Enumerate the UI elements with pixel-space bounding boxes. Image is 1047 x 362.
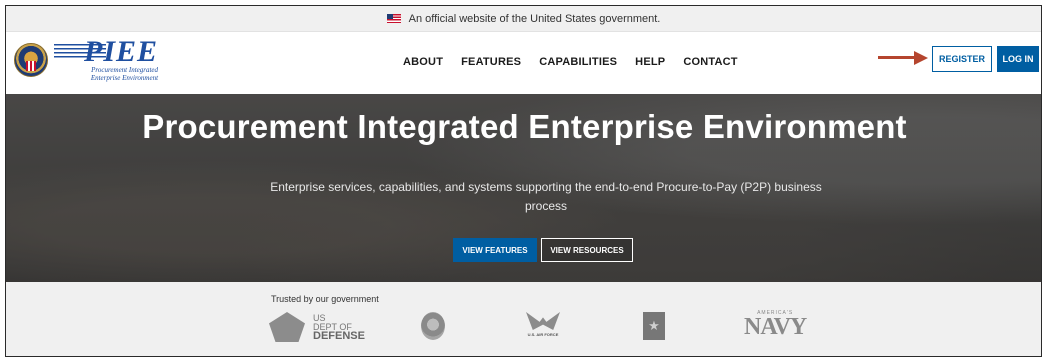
gov-banner-text: An official website of the United States…: [408, 12, 661, 25]
dod-logo-text: US DEPT OF DEFENSE: [313, 313, 365, 342]
logo-text: PIEE Procurement Integrated Enterprise E…: [54, 37, 159, 82]
dod-seal-icon: [14, 43, 48, 77]
arrow-head: [914, 51, 928, 65]
nav-help[interactable]: HELP: [635, 56, 665, 68]
navy-logo: AMERICA'S NAVY: [744, 310, 807, 340]
nav-features[interactable]: FEATURES: [461, 56, 521, 68]
air-force-logo: U.S. AIR FORCE: [526, 312, 560, 337]
trusted-label: Trusted by our government: [271, 294, 379, 304]
hero-banner: Procurement Integrated Enterprise Enviro…: [6, 94, 1041, 282]
pentagon-icon: [269, 312, 305, 342]
army-star-icon: ★: [643, 312, 665, 340]
hero-subtitle: Enterprise services, capabilities, and s…: [270, 180, 822, 213]
logo-subtitle-2: Enterprise Environment: [90, 74, 159, 82]
us-flag-icon: [386, 14, 401, 23]
navy-wordmark: NAVY: [744, 314, 807, 340]
browser-viewport: An official website of the United States…: [5, 5, 1042, 357]
view-features-button[interactable]: VIEW FEATURES: [453, 238, 537, 262]
view-resources-button[interactable]: VIEW RESOURCES: [541, 238, 633, 262]
nav-capabilities[interactable]: CAPABILITIES: [539, 56, 617, 68]
annotation-arrow-icon: [878, 51, 930, 65]
nav-about[interactable]: ABOUT: [403, 56, 443, 68]
register-button[interactable]: REGISTER: [932, 46, 992, 72]
logo-speed-lines: [54, 44, 106, 60]
logo-subtitle-1: Procurement Integrated: [91, 66, 159, 74]
trusted-section: Trusted by our government US DEPT OF DEF…: [6, 282, 1041, 356]
agency-seal-icon: [421, 312, 445, 340]
air-force-text: U.S. AIR FORCE: [527, 332, 559, 337]
site-header: PIEE Procurement Integrated Enterprise E…: [6, 32, 1041, 93]
dod-logo: US DEPT OF DEFENSE: [269, 312, 365, 342]
nav-contact[interactable]: CONTACT: [683, 56, 737, 68]
air-force-wings-icon: [526, 312, 560, 330]
piee-logo[interactable]: PIEE Procurement Integrated Enterprise E…: [14, 37, 159, 82]
main-nav: ABOUT FEATURES CAPABILITIES HELP CONTACT: [403, 56, 756, 68]
gov-banner: An official website of the United States…: [6, 6, 1041, 32]
hero-title: Procurement Integrated Enterprise Enviro…: [142, 108, 907, 145]
dod-line-3: DEFENSE: [313, 329, 365, 342]
arrow-shaft: [878, 56, 916, 59]
login-button[interactable]: LOG IN: [997, 46, 1039, 72]
